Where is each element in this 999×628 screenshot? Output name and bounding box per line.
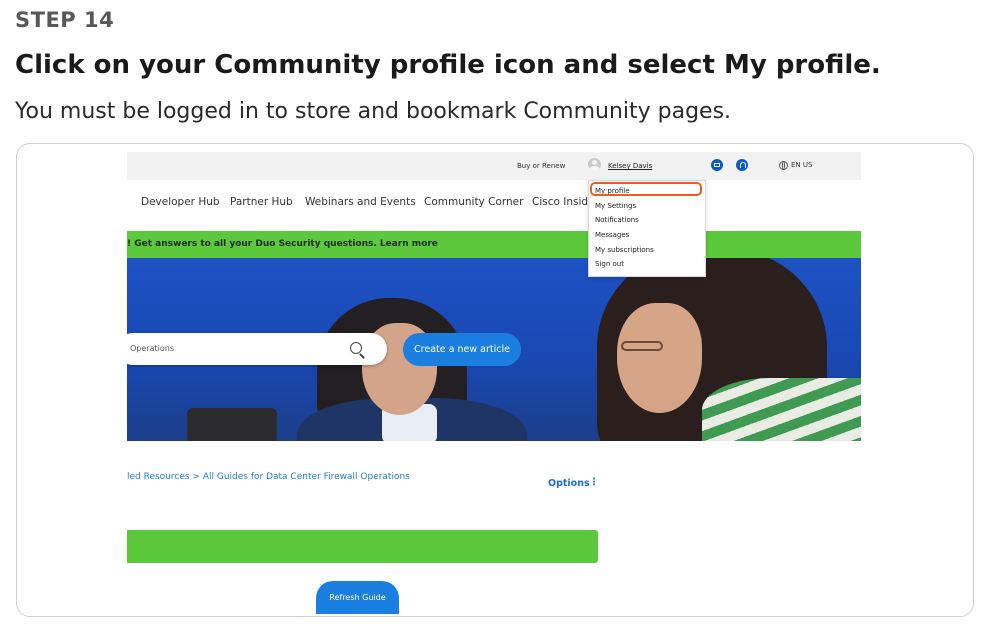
hero-person-right-body — [702, 378, 861, 441]
globe-icon[interactable] — [779, 161, 788, 170]
nav-developer-hub[interactable]: Developer Hub — [141, 196, 220, 208]
main-nav: Developer Hub Partner Hub Webinars and E… — [127, 180, 861, 231]
screenshot-frame: Buy or Renew Kelsey Davis EN US Develope… — [16, 143, 974, 617]
nav-webinars-and-events[interactable]: Webinars and Events — [305, 196, 416, 208]
menu-item-my-subscriptions[interactable]: My subscriptions — [595, 246, 654, 254]
hero-person-right-face — [617, 303, 702, 413]
nav-partner-hub[interactable]: Partner Hub — [230, 196, 293, 208]
nav-cisco-inside[interactable]: Cisco Inside — [532, 196, 595, 208]
guide-progress-bar — [127, 530, 598, 563]
announcement-banner: ! Get answers to all your Duo Security q… — [127, 231, 861, 258]
search-icon[interactable] — [350, 342, 362, 354]
avatar-body — [589, 166, 600, 171]
menu-item-notifications[interactable]: Notifications — [595, 216, 639, 224]
options-button[interactable]: Options — [548, 478, 590, 489]
options-more-icon[interactable]: ⋮ — [589, 477, 599, 488]
buy-or-renew-link[interactable]: Buy or Renew — [517, 162, 565, 170]
my-profile-highlight — [590, 182, 702, 196]
bell-icon[interactable] — [736, 159, 748, 171]
refresh-guide-button[interactable]: Refresh Guide — [316, 581, 399, 614]
language-selector[interactable]: EN US — [791, 161, 812, 169]
community-page-screenshot: Buy or Renew Kelsey Davis EN US Develope… — [127, 152, 861, 616]
hero-laptop — [187, 408, 277, 441]
nav-community-corner[interactable]: Community Corner — [424, 196, 523, 208]
profile-avatar-icon[interactable] — [588, 158, 601, 171]
utility-bar: Buy or Renew Kelsey Davis EN US — [127, 152, 861, 180]
menu-item-sign-out[interactable]: Sign out — [595, 260, 624, 268]
hero-person-right-glasses — [621, 341, 663, 351]
search-placeholder: Operations — [130, 344, 174, 353]
mail-icon[interactable] — [711, 159, 723, 171]
avatar-head — [592, 160, 597, 165]
menu-item-messages[interactable]: Messages — [595, 231, 629, 239]
breadcrumb[interactable]: led Resources > All Guides for Data Cent… — [127, 472, 410, 482]
banner-text[interactable]: ! Get answers to all your Duo Security q… — [127, 239, 438, 249]
step-label: STEP 14 — [15, 8, 115, 32]
search-input[interactable]: Operations — [127, 333, 387, 365]
step-description: You must be logged in to store and bookm… — [15, 99, 732, 124]
step-title: Click on your Community profile icon and… — [15, 50, 881, 80]
create-article-button[interactable]: Create a new article — [403, 333, 521, 366]
user-name-link[interactable]: Kelsey Davis — [608, 162, 652, 170]
menu-item-my-settings[interactable]: My Settings — [595, 202, 636, 210]
